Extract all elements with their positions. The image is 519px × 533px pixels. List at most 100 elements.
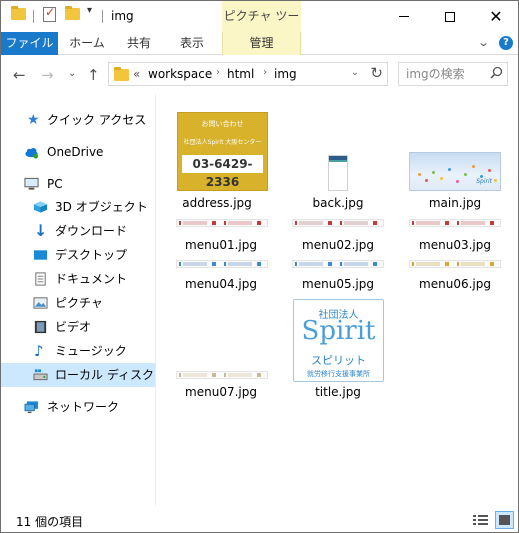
tab-file[interactable]: ファイル <box>1 32 58 55</box>
search-box[interactable] <box>398 62 508 86</box>
file-item-menu04[interactable]: menu04.jpg <box>171 254 271 294</box>
cube-icon <box>33 201 48 213</box>
expand-ribbon-chevron-icon[interactable]: ⌄ <box>477 36 490 49</box>
nav-item-label: クイック アクセス <box>47 113 147 127</box>
nav-item-label: 3D オブジェクト <box>55 200 148 214</box>
thumbnail <box>176 219 268 227</box>
folder-icon[interactable] <box>11 6 26 20</box>
minimize-button[interactable] <box>381 1 427 32</box>
up-arrow-icon[interactable]: ↑ <box>87 66 100 84</box>
nav-item-documents[interactable]: ドキュメント <box>1 267 155 291</box>
picture-icon <box>33 297 48 309</box>
nav-item-downloads[interactable]: ↓ ダウンロード <box>1 219 155 243</box>
nav-item-label: PC <box>47 177 63 191</box>
thumbnail-text: スピリット <box>311 354 366 367</box>
nav-item-3d-objects[interactable]: 3D オブジェクト <box>1 195 155 219</box>
nav-item-network[interactable]: ネットワーク <box>1 395 155 419</box>
folder-icon <box>114 67 129 81</box>
search-input[interactable] <box>399 63 484 85</box>
nav-item-label: ピクチャ <box>55 296 103 310</box>
explorer-window: ▾ img ピクチャ ツール ✕ ファイル ホーム 共有 表示 管理 ⌄ ? ←… <box>0 0 519 533</box>
file-name: menu01.jpg <box>185 238 257 252</box>
recent-locations-chevron-icon[interactable]: ⌄ <box>68 68 76 79</box>
properties-icon[interactable] <box>43 5 56 22</box>
nav-item-label: OneDrive <box>47 145 104 159</box>
close-icon: ✕ <box>489 6 503 26</box>
tab-view[interactable]: 表示 <box>167 32 217 55</box>
nav-item-quick-access[interactable]: ★ クイック アクセス <box>1 108 155 132</box>
tab-home[interactable]: ホーム <box>63 32 111 55</box>
file-item-address[interactable]: お問い合わせ 社団法人Spirit 大阪センター 03-6429-2336 ad… <box>167 112 268 212</box>
file-list: お問い合わせ 社団法人Spirit 大阪センター 03-6429-2336 ad… <box>157 94 518 506</box>
refresh-icon[interactable]: ↻ <box>370 64 383 82</box>
file-item-title[interactable]: 社団法人 Spirit スピリット 就労移行支援事業所 title.jpg <box>288 297 388 402</box>
breadcrumb-separator-icon[interactable]: › <box>216 67 220 78</box>
drive-icon <box>33 369 48 381</box>
file-name: main.jpg <box>428 196 482 210</box>
close-button[interactable]: ✕ <box>473 1 519 32</box>
video-icon <box>34 320 47 334</box>
thumbnail: お問い合わせ 社団法人Spirit 大阪センター 03-6429-2336 <box>177 112 268 191</box>
thumbnail-text: 就労移行支援事業所 <box>307 370 370 378</box>
file-item-back[interactable]: back.jpg <box>288 112 388 212</box>
nav-item-local-disk[interactable]: ローカル ディスク (C:) <box>1 363 180 387</box>
thumbnail <box>292 219 384 227</box>
tab-share[interactable]: 共有 <box>116 32 162 55</box>
file-name: menu05.jpg <box>302 277 374 291</box>
help-icon[interactable]: ? <box>499 36 513 50</box>
nav-item-label: ネットワーク <box>47 400 120 414</box>
file-name: menu07.jpg <box>185 385 257 399</box>
thumbnail: Spirit <box>409 152 501 191</box>
window-title: img <box>111 9 134 23</box>
thumbnail-logo: Spirit <box>476 178 492 185</box>
back-arrow-icon[interactable]: ← <box>13 66 26 84</box>
file-name: menu02.jpg <box>302 238 374 252</box>
search-icon[interactable] <box>490 66 503 79</box>
address-dropdown-chevron-icon[interactable]: ⌄ <box>351 67 359 78</box>
file-item-menu01[interactable]: menu01.jpg <box>171 216 271 256</box>
customize-toolbar-chevron-icon[interactable]: ▾ <box>87 5 92 16</box>
address-bar[interactable]: « workspace › html › img ⌄ ↻ <box>108 62 388 86</box>
file-item-main[interactable]: Spirit main.jpg <box>405 112 505 212</box>
nav-item-music[interactable]: ♪ ミュージック <box>1 339 155 363</box>
nav-item-label: ドキュメント <box>55 272 128 286</box>
nav-item-desktop[interactable]: デスクトップ <box>1 243 155 267</box>
file-item-menu07[interactable]: menu07.jpg <box>171 359 271 404</box>
thumbnail <box>409 260 501 268</box>
picture-tools-header: ピクチャ ツール <box>222 1 301 54</box>
breadcrumb-img[interactable]: img <box>274 67 297 81</box>
file-item-menu02[interactable]: menu02.jpg <box>288 216 388 256</box>
breadcrumb-workspace[interactable]: workspace <box>148 67 212 81</box>
maximize-icon <box>445 11 455 22</box>
thumbnail <box>292 260 384 268</box>
thumbnail: 社団法人 Spirit スピリット 就労移行支援事業所 <box>293 299 384 382</box>
divider <box>33 10 34 23</box>
large-icons-view-icon[interactable] <box>495 511 514 529</box>
maximize-button[interactable] <box>427 1 473 32</box>
breadcrumb-html[interactable]: html <box>227 67 254 81</box>
item-count: 11 個の項目 <box>16 515 84 529</box>
nav-item-label: ビデオ <box>55 320 92 334</box>
thumbnail-text: お問い合わせ <box>201 120 244 128</box>
download-icon: ↓ <box>34 221 48 240</box>
ribbon-tabs: ファイル ホーム 共有 表示 管理 ⌄ ? <box>1 32 518 55</box>
thumbnail <box>409 219 501 227</box>
file-item-menu05[interactable]: menu05.jpg <box>288 254 388 294</box>
network-icon <box>24 401 39 414</box>
file-item-menu06[interactable]: menu06.jpg <box>405 254 505 294</box>
tab-manage[interactable]: 管理 <box>222 32 301 55</box>
forward-arrow-icon[interactable]: → <box>41 66 54 84</box>
file-name: menu06.jpg <box>419 277 491 291</box>
breadcrumb-separator-icon[interactable]: › <box>263 67 267 78</box>
nav-item-onedrive[interactable]: OneDrive <box>1 140 155 164</box>
thumbnail-phone: 03-6429-2336 <box>182 155 263 189</box>
details-view-icon[interactable] <box>472 513 489 527</box>
breadcrumb-overflow[interactable]: « <box>133 67 140 81</box>
new-folder-icon[interactable] <box>65 6 80 20</box>
thumbnail <box>176 371 268 379</box>
thumbnail-logo: Spirit <box>301 316 376 346</box>
nav-item-videos[interactable]: ビデオ <box>1 315 155 339</box>
file-item-menu03[interactable]: menu03.jpg <box>405 216 505 256</box>
nav-item-pictures[interactable]: ピクチャ <box>1 291 155 315</box>
nav-item-pc[interactable]: PC <box>1 172 155 196</box>
